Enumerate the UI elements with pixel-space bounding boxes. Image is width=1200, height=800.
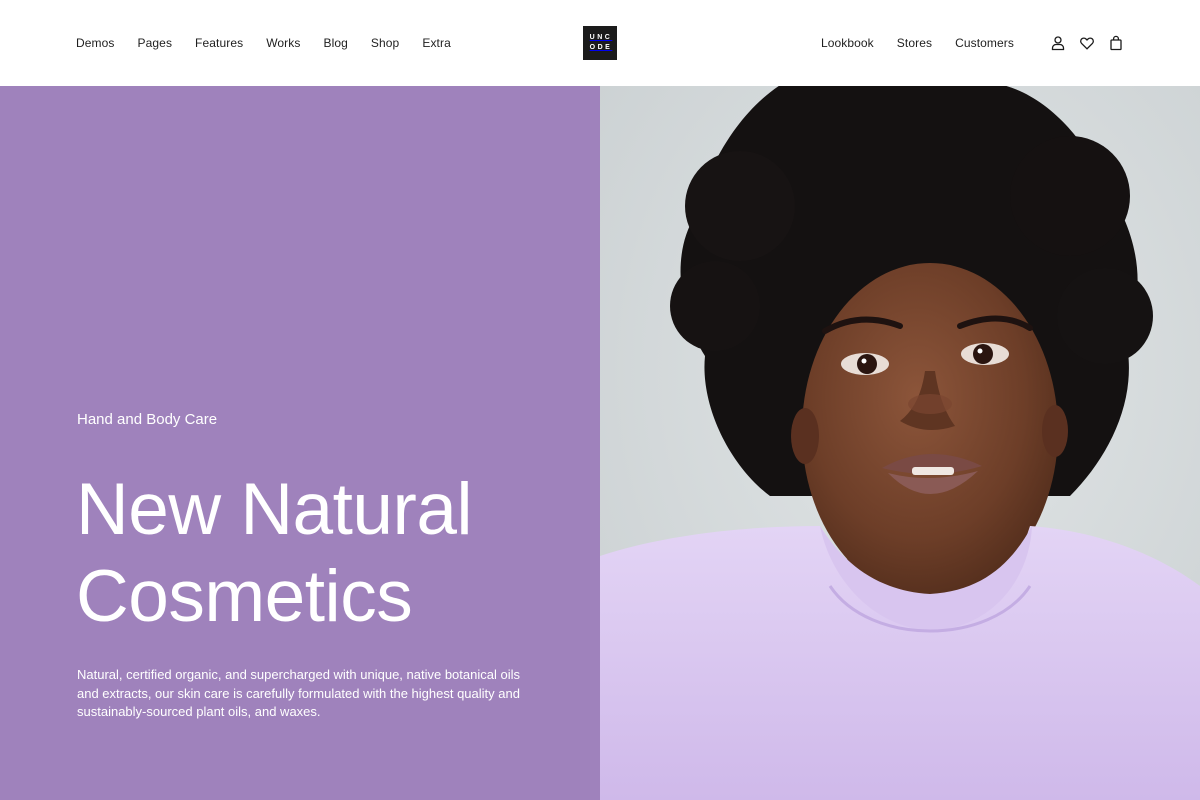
nav-item-features[interactable]: Features: [195, 36, 243, 50]
hero-headline-line1: New Natural: [76, 469, 473, 550]
nav-item-works[interactable]: Works: [266, 36, 300, 50]
site-header: Demos Pages Features Works Blog Shop Ext…: [0, 0, 1200, 86]
hero-body-text: Natural, certified organic, and supercha…: [77, 667, 520, 719]
portrait-illustration: [600, 86, 1200, 800]
logo-text-line1: UNC: [589, 34, 613, 41]
nav-item-lookbook[interactable]: Lookbook: [821, 36, 874, 50]
header-icons: [1050, 33, 1124, 53]
nav-item-stores[interactable]: Stores: [897, 36, 932, 50]
nav-item-customers[interactable]: Customers: [955, 36, 1014, 50]
secondary-nav: Lookbook Stores Customers: [798, 0, 1014, 86]
hero-eyebrow: Hand and Body Care: [77, 411, 218, 428]
hero-headline: New Natural Cosmetics: [76, 466, 576, 640]
logo-text-line2: ODE: [589, 44, 613, 51]
user-icon[interactable]: [1050, 35, 1066, 51]
shopping-bag-icon[interactable]: [1108, 35, 1124, 51]
hero-headline-line2: Cosmetics: [76, 556, 413, 637]
nav-item-shop[interactable]: Shop: [371, 36, 399, 50]
nav-item-extra[interactable]: Extra: [422, 36, 451, 50]
nav-item-demos[interactable]: Demos: [76, 36, 115, 50]
primary-nav: Demos Pages Features Works Blog Shop Ext…: [76, 0, 474, 86]
hero-text-panel: Hand and Body Care New Natural Cosmetics…: [0, 86, 600, 800]
hero-portrait-image: [600, 86, 1200, 800]
site-logo[interactable]: UNC ODE: [583, 26, 617, 60]
heart-icon[interactable]: [1079, 35, 1095, 51]
nav-item-blog[interactable]: Blog: [323, 36, 347, 50]
nav-item-pages[interactable]: Pages: [138, 36, 173, 50]
